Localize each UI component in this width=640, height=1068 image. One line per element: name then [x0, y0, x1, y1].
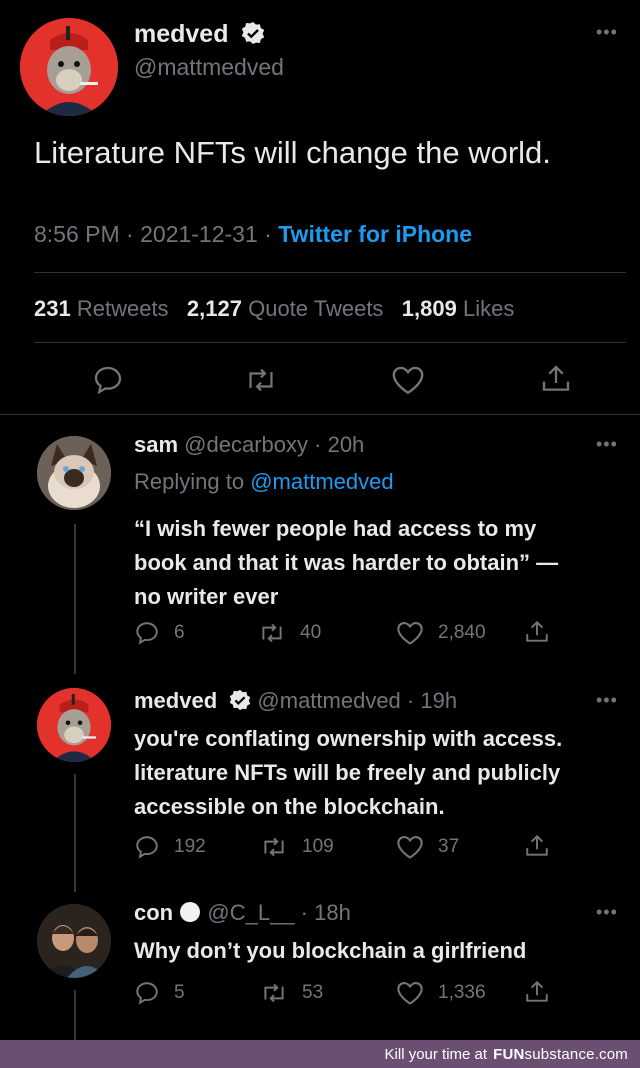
retweet-count: 40 — [300, 622, 322, 643]
reply-count: 5 — [174, 982, 185, 1003]
like-button[interactable] — [391, 364, 425, 401]
retweet-button[interactable] — [244, 364, 278, 401]
like-button[interactable]: 2,840 — [396, 620, 486, 646]
author-row: medved — [134, 20, 265, 49]
reply-icon — [136, 836, 158, 859]
reply-time[interactable]: · 20h — [314, 432, 364, 457]
tweet-text: Literature NFTs will change the world. — [34, 135, 551, 170]
divider — [0, 414, 640, 415]
divider — [34, 342, 626, 343]
reply-text: you're conflating ownership with access.… — [134, 726, 563, 819]
more-options-icon[interactable]: ••• — [596, 434, 618, 455]
more-options-icon[interactable]: ••• — [596, 690, 618, 711]
retweet-button[interactable]: 109 — [260, 834, 334, 860]
quote-tweets-stat[interactable]: 2,127 Quote Tweets — [187, 296, 384, 321]
white-circle-icon — [180, 902, 201, 922]
watermark-brand[interactable]: FUNsubstance.com — [493, 1046, 628, 1063]
reply-header: con @C_L__ · 18h — [134, 900, 351, 926]
author-handle[interactable]: @C_L__ — [207, 900, 294, 925]
retweets-stat[interactable]: 231 Retweets — [34, 296, 169, 321]
retweet-count: 53 — [302, 982, 324, 1003]
engagement-stats: 231 Retweets 2,127 Quote Tweets 1,809 Li… — [34, 296, 514, 322]
share-icon — [526, 980, 548, 1002]
tweet-date[interactable]: 2021-12-31 — [140, 221, 258, 247]
reply-icon — [136, 982, 158, 1005]
reply-header: sam @decarboxy · 20h — [134, 432, 364, 458]
author-name[interactable]: con — [134, 900, 173, 925]
watermark-tagline: Kill your time at — [384, 1045, 488, 1063]
divider — [34, 272, 626, 273]
author-name[interactable]: medved — [134, 688, 217, 713]
verified-badge-icon — [230, 689, 251, 711]
ape-avatar-icon — [20, 18, 118, 116]
reply-text: “I wish fewer people had access to my bo… — [134, 516, 559, 609]
thread-line — [74, 524, 76, 674]
like-count: 2,840 — [438, 622, 486, 643]
reply-icon — [136, 622, 158, 645]
ape-avatar-icon — [37, 688, 111, 762]
heart-icon — [397, 622, 423, 645]
like-count: 37 — [438, 836, 460, 857]
like-button[interactable]: 1,336 — [396, 980, 486, 1006]
cat-avatar-icon — [37, 436, 111, 510]
retweet-count: 109 — [302, 836, 334, 857]
author-name[interactable]: sam — [134, 432, 178, 457]
watermark-bar: Kill your time at FUNsubstance.com — [0, 1040, 640, 1068]
author-handle[interactable]: @mattmedved — [134, 54, 284, 81]
reply-text: Why don’t you blockchain a girlfriend — [134, 938, 527, 963]
share-icon — [542, 365, 570, 391]
reply-button[interactable]: 192 — [134, 834, 206, 860]
retweet-icon — [262, 623, 282, 643]
share-icon — [526, 834, 548, 856]
reply-button[interactable]: 5 — [134, 980, 185, 1006]
avatar[interactable] — [37, 436, 111, 510]
avatar[interactable] — [37, 904, 111, 978]
share-button[interactable] — [524, 832, 550, 865]
reply-time[interactable]: · 19h — [407, 688, 457, 713]
reply-count: 6 — [174, 622, 185, 643]
avatar[interactable] — [20, 18, 118, 116]
likes-stat[interactable]: 1,809 Likes — [402, 296, 515, 321]
thread-line — [74, 990, 76, 1040]
heart-icon — [397, 982, 423, 1005]
retweet-icon — [264, 983, 284, 1003]
heart-icon — [397, 836, 423, 859]
reply-header: medved @mattmedved · 19h — [134, 688, 457, 714]
share-button[interactable] — [524, 978, 550, 1011]
author-name[interactable]: medved — [134, 20, 228, 48]
retweet-icon — [264, 837, 284, 857]
tweet-meta: 8:56 PM · 2021-12-31 · Twitter for iPhon… — [34, 221, 473, 247]
reply-button[interactable]: 6 — [134, 620, 185, 646]
reply-icon — [94, 366, 122, 395]
heart-icon — [392, 366, 424, 395]
verified-badge-icon — [242, 22, 265, 44]
reply-button[interactable] — [92, 364, 124, 401]
author-handle[interactable]: @decarboxy — [184, 432, 308, 457]
replying-to: Replying to @mattmedved — [134, 469, 394, 494]
reply-time[interactable]: · 18h — [301, 900, 351, 925]
like-button[interactable]: 37 — [396, 834, 459, 860]
replying-to-handle[interactable]: @mattmedved — [250, 469, 393, 494]
tweet-source-link[interactable]: Twitter for iPhone — [278, 221, 472, 247]
retweet-button[interactable]: 53 — [260, 980, 323, 1006]
photo-avatar-icon — [37, 904, 111, 978]
share-icon — [526, 620, 548, 642]
like-count: 1,336 — [438, 982, 486, 1003]
retweet-button[interactable]: 40 — [258, 620, 321, 646]
thread-line — [74, 774, 76, 892]
share-button[interactable] — [524, 618, 550, 651]
avatar[interactable] — [37, 688, 111, 762]
more-options-icon[interactable]: ••• — [596, 22, 618, 43]
author-handle[interactable]: @mattmedved — [257, 688, 400, 713]
more-options-icon[interactable]: ••• — [596, 902, 618, 923]
retweet-icon — [249, 368, 273, 392]
reply-count: 192 — [174, 836, 206, 857]
tweet-time[interactable]: 8:56 PM — [34, 221, 120, 247]
share-button[interactable] — [540, 362, 572, 401]
